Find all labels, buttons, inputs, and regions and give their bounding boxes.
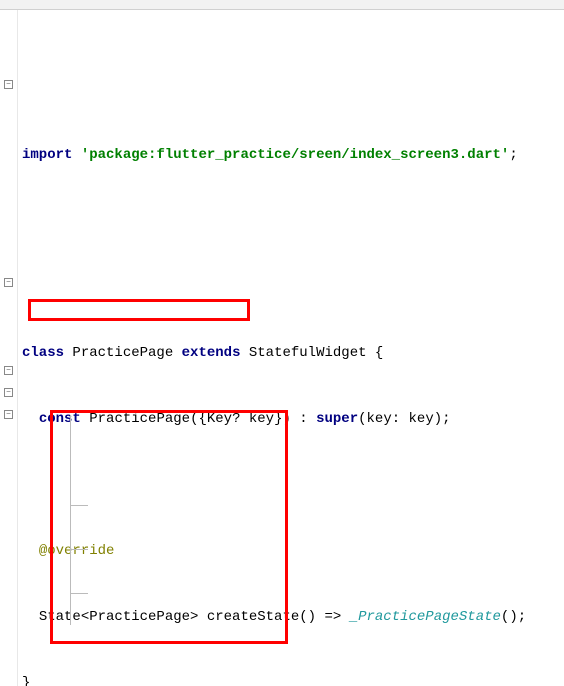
code-line[interactable]: const PracticePage({Key? key}) : super(k… <box>22 408 564 430</box>
code-editor[interactable]: − − − − − import 'package:flutter_practi… <box>0 10 564 686</box>
tab-bar[interactable] <box>0 0 564 10</box>
fold-icon[interactable]: − <box>4 80 13 89</box>
code-line[interactable]: } <box>22 672 564 686</box>
code-line[interactable]: @override <box>22 540 564 562</box>
code-line[interactable]: State<PracticePage> createState() => _Pr… <box>22 606 564 628</box>
highlight-box <box>28 299 250 321</box>
code-line[interactable] <box>22 276 564 298</box>
gutter: − − − − − <box>0 10 18 686</box>
fold-icon[interactable]: − <box>4 366 13 375</box>
fold-icon[interactable]: − <box>4 278 13 287</box>
code-area[interactable]: import 'package:flutter_practice/sreen/i… <box>18 10 564 686</box>
tree-guide <box>70 549 88 550</box>
fold-icon[interactable]: − <box>4 410 13 419</box>
code-line[interactable] <box>22 210 564 232</box>
fold-icon[interactable]: − <box>4 388 13 397</box>
code-line[interactable]: class PracticePage extends StatefulWidge… <box>22 342 564 364</box>
tree-guide <box>70 505 88 506</box>
code-line[interactable]: import 'package:flutter_practice/sreen/i… <box>22 144 564 166</box>
code-line[interactable] <box>22 474 564 496</box>
tree-guide <box>70 593 88 594</box>
